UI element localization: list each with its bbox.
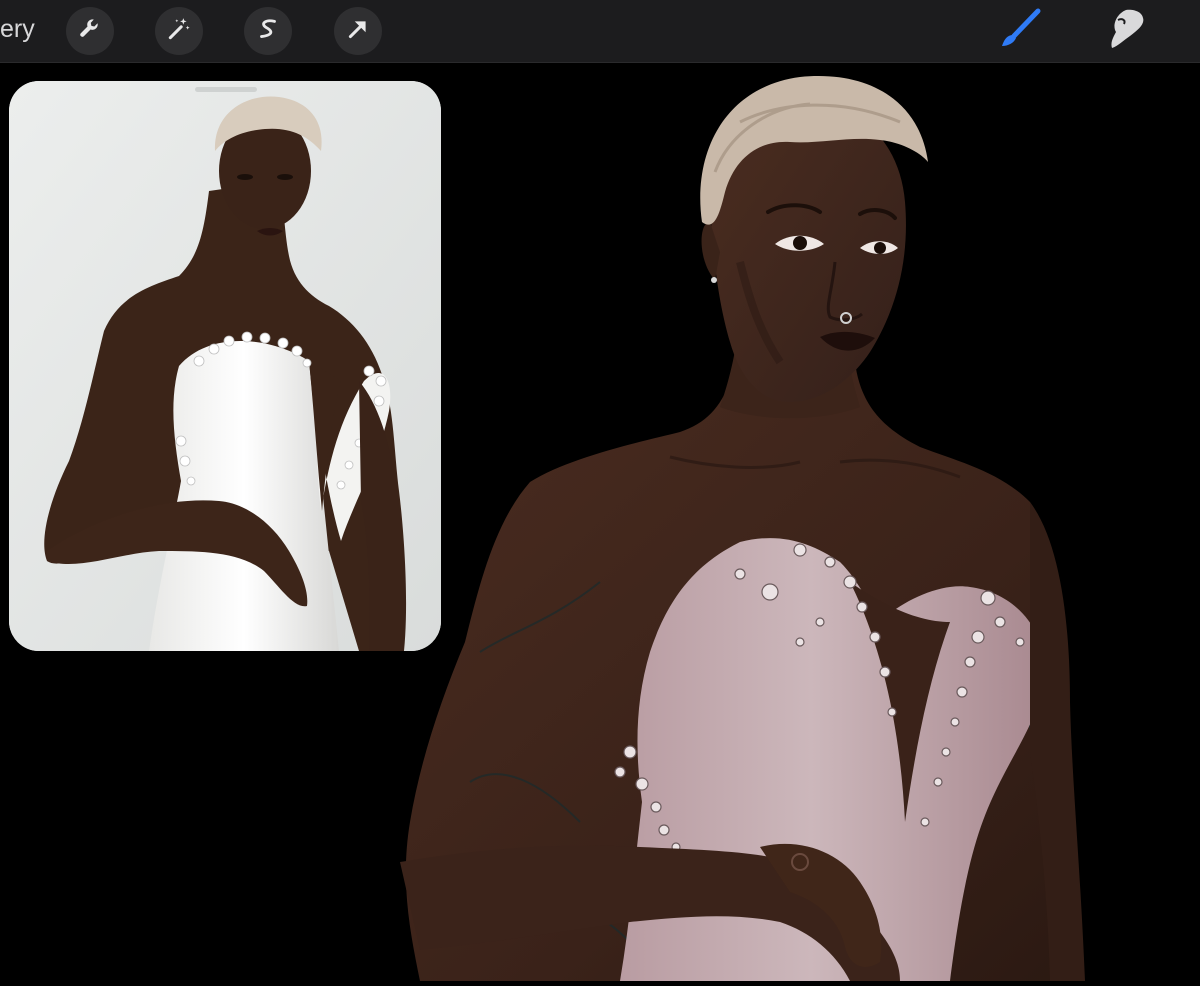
actions-button[interactable] xyxy=(66,7,114,55)
adjustments-button[interactable] xyxy=(155,7,203,55)
selection-icon xyxy=(255,16,281,47)
transform-arrow-icon xyxy=(345,16,371,47)
smudge-icon xyxy=(1104,6,1150,57)
brush-button[interactable] xyxy=(997,8,1043,54)
artwork-illustration xyxy=(400,76,1085,981)
gallery-button[interactable]: ery xyxy=(0,14,35,44)
brush-icon xyxy=(997,6,1043,57)
wrench-icon xyxy=(77,16,103,47)
reference-window[interactable] xyxy=(9,81,441,651)
top-toolbar: ery xyxy=(0,0,1200,63)
magic-wand-icon xyxy=(166,16,192,47)
reference-photo xyxy=(9,81,441,651)
transform-button[interactable] xyxy=(334,7,382,55)
smudge-button[interactable] xyxy=(1104,8,1150,54)
drawing-canvas[interactable] xyxy=(380,62,1200,981)
selection-button[interactable] xyxy=(244,7,292,55)
reference-drag-handle[interactable] xyxy=(195,87,257,92)
